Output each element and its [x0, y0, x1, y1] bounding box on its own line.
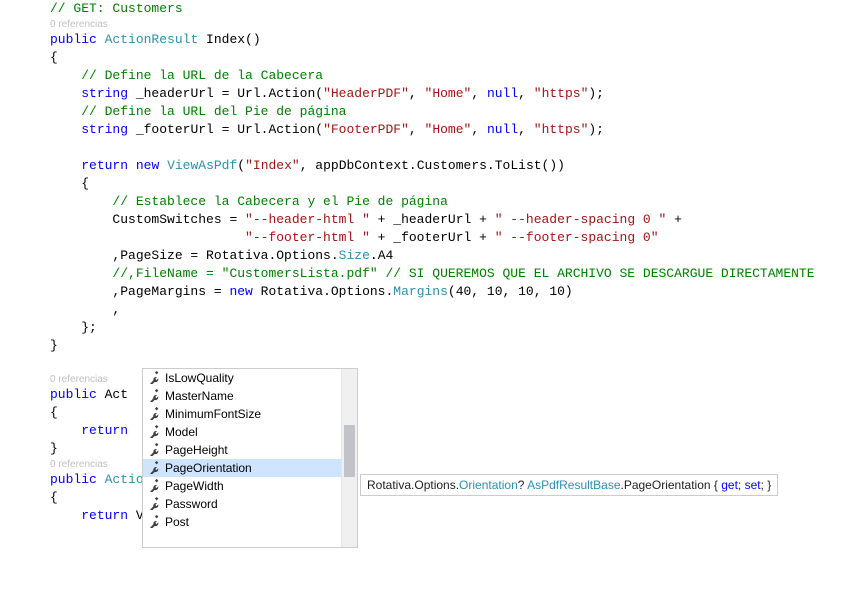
intellisense-item[interactable]: PageOrientation: [143, 459, 341, 477]
wrench-icon: [147, 496, 165, 513]
intellisense-item-label: PageHeight: [165, 443, 228, 457]
signature-tooltip: Rotativa.Options.Orientation? AsPdfResul…: [360, 474, 778, 496]
intellisense-item-label: PageWidth: [165, 479, 224, 493]
intellisense-item-label: IsLowQuality: [165, 371, 234, 385]
intellisense-scrollbar[interactable]: [341, 369, 357, 547]
wrench-icon: [147, 388, 165, 405]
wrench-icon: [147, 442, 165, 459]
intellisense-item[interactable]: Password: [143, 495, 341, 513]
wrench-icon: [147, 370, 165, 387]
scrollbar-thumb[interactable]: [344, 425, 355, 477]
intellisense-popup[interactable]: IsLowQuality MasterName MinimumFontSize Mod…: [142, 368, 358, 548]
intellisense-item[interactable]: Model: [143, 423, 341, 441]
intellisense-item-label: PageOrientation: [165, 461, 252, 475]
intellisense-item[interactable]: Post: [143, 513, 341, 531]
comment: // GET: Customers: [50, 1, 183, 16]
code-editor[interactable]: // GET: Customers 0 referencias public A…: [0, 0, 858, 525]
intellisense-item-label: MinimumFontSize: [165, 407, 261, 421]
intellisense-list[interactable]: IsLowQuality MasterName MinimumFontSize Mod…: [143, 369, 341, 547]
intellisense-item-label: Post: [165, 515, 189, 529]
intellisense-item[interactable]: MinimumFontSize: [143, 405, 341, 423]
intellisense-item-label: Password: [165, 497, 218, 511]
intellisense-item[interactable]: PageWidth: [143, 477, 341, 495]
intellisense-item-label: Model: [165, 425, 198, 439]
wrench-icon: [147, 514, 165, 531]
wrench-icon: [147, 478, 165, 495]
codelens-references[interactable]: 0 referencias: [0, 458, 858, 471]
wrench-icon: [147, 406, 165, 423]
intellisense-item[interactable]: MasterName: [143, 387, 341, 405]
wrench-icon: [147, 424, 165, 441]
intellisense-item-label: MasterName: [165, 389, 234, 403]
codelens-references[interactable]: 0 referencias: [0, 18, 858, 31]
intellisense-item[interactable]: PageHeight: [143, 441, 341, 459]
wrench-icon: [147, 460, 165, 477]
type-name: ActionResult: [105, 32, 199, 47]
keyword: public: [50, 32, 97, 47]
codelens-references[interactable]: 0 referencias: [0, 373, 858, 386]
intellisense-item[interactable]: IsLowQuality: [143, 369, 341, 387]
